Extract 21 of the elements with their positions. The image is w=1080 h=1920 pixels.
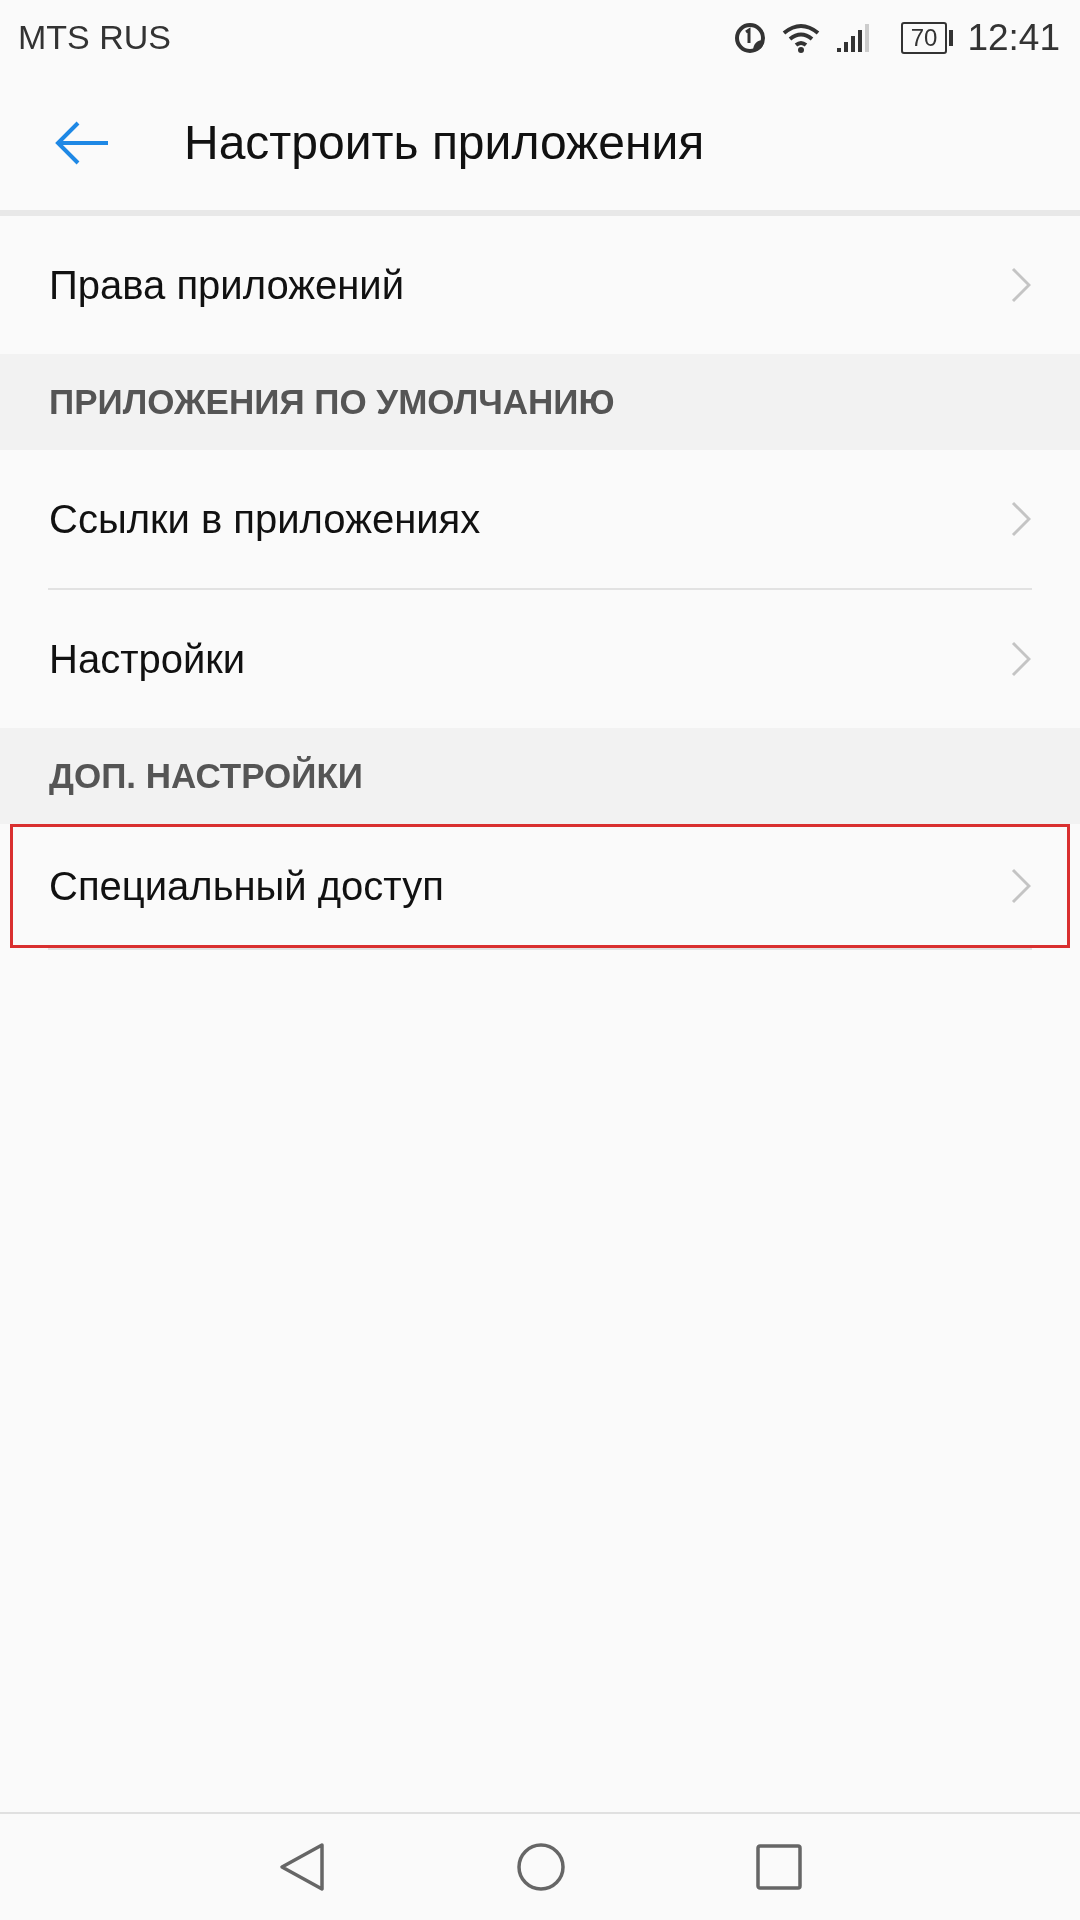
chevron-icon — [1011, 501, 1031, 537]
back-arrow-icon[interactable] — [54, 120, 110, 165]
page-title: Настроить приложения — [184, 115, 705, 170]
chevron-icon — [1011, 641, 1031, 677]
section-header: ДОП. НАСТРОЙКИ — [0, 728, 1080, 824]
back-icon[interactable] — [278, 1842, 326, 1892]
settings-item[interactable]: Специальный доступ — [10, 824, 1070, 948]
chevron-icon — [1011, 868, 1031, 904]
settings-item[interactable]: Права приложений — [10, 216, 1070, 354]
battery-indicator: 70 — [900, 21, 948, 54]
wifi-icon — [780, 21, 821, 54]
settings-item[interactable]: Настройки — [10, 590, 1070, 728]
settings-item[interactable]: Ссылки в приложениях — [10, 450, 1070, 588]
carrier-name: MTS RUS — [18, 18, 171, 57]
recents-icon[interactable] — [756, 1844, 802, 1890]
chevron-icon — [1011, 267, 1031, 303]
data-saver-icon — [732, 20, 767, 55]
signal-icon — [834, 21, 871, 54]
clock: 12:41 — [967, 16, 1060, 59]
section-header: ПРИЛОЖЕНИЯ ПО УМОЛЧАНИЮ — [0, 354, 1080, 450]
home-icon[interactable] — [516, 1842, 566, 1892]
